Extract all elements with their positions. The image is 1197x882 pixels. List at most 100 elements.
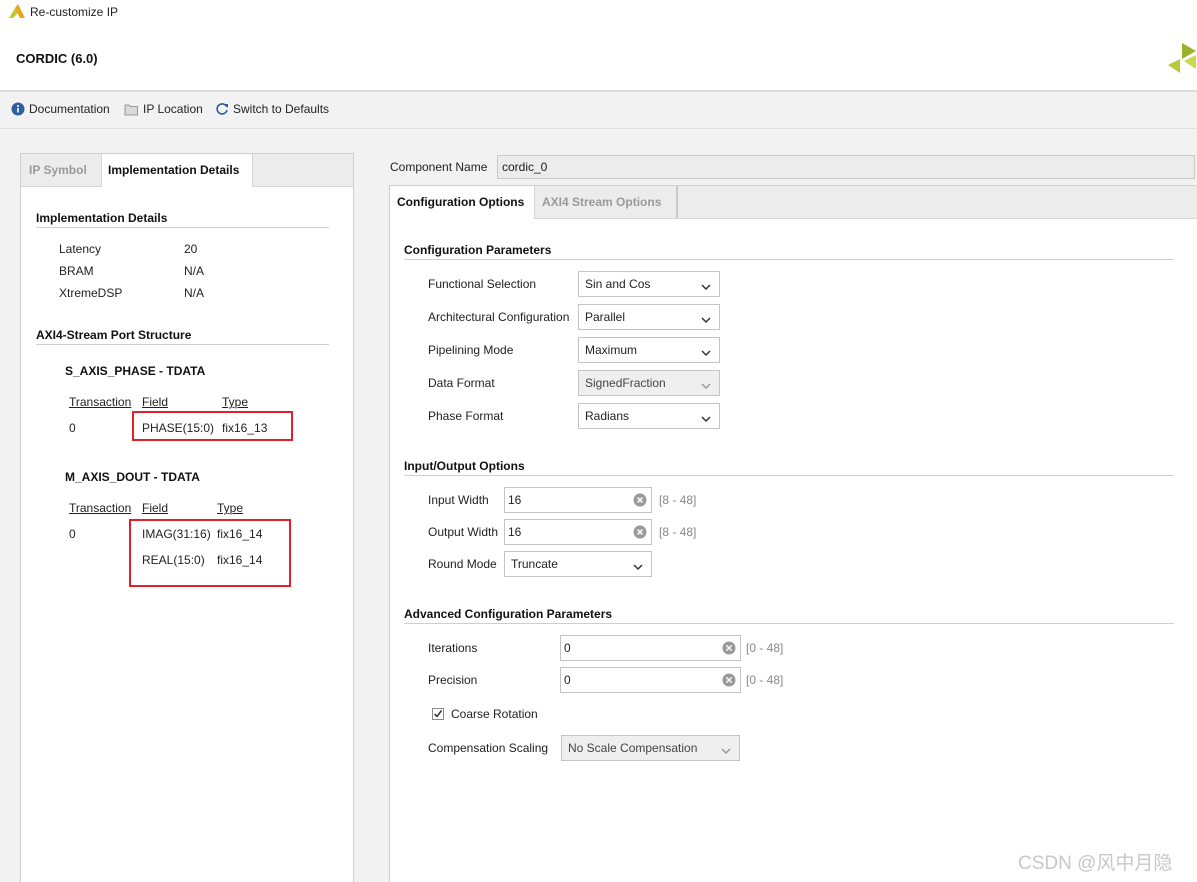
phase-format-label: Phase Format xyxy=(428,409,504,423)
precision-label: Precision xyxy=(428,673,478,687)
vivado-logo-icon xyxy=(9,4,25,21)
check-icon xyxy=(433,709,443,719)
latency-value: 20 xyxy=(184,242,198,256)
pipelining-mode-label: Pipelining Mode xyxy=(428,343,514,357)
bram-value: N/A xyxy=(184,264,205,278)
clear-icon[interactable] xyxy=(722,673,736,690)
round-mode-label: Round Mode xyxy=(428,557,497,571)
iterations-label: Iterations xyxy=(428,641,478,655)
documentation-button[interactable]: Documentation xyxy=(11,102,110,116)
phase-format-dropdown[interactable]: Radians xyxy=(578,403,720,429)
output-width-label: Output Width xyxy=(428,525,499,539)
architectural-configuration-dropdown[interactable]: Parallel xyxy=(578,304,720,330)
functional-selection-label: Functional Selection xyxy=(428,277,537,291)
s-axis-title: S_AXIS_PHASE - TDATA xyxy=(65,364,206,378)
chevron-down-icon xyxy=(633,560,643,574)
m-axis-header-field: Field xyxy=(142,501,169,515)
chevron-down-icon xyxy=(701,412,711,426)
divider xyxy=(36,344,329,345)
window-title: Re-customize IP xyxy=(30,5,119,19)
functional-selection-value: Sin and Cos xyxy=(585,277,651,291)
ip-header: CORDIC (6.0) xyxy=(0,24,1197,92)
input-width-field[interactable]: 16 xyxy=(504,487,652,513)
compensation-scaling-label: Compensation Scaling xyxy=(428,741,549,755)
port-structure-title: AXI4-Stream Port Structure xyxy=(36,328,192,342)
data-format-value: SignedFraction xyxy=(585,376,666,390)
folder-icon xyxy=(124,103,139,116)
component-name-field[interactable]: cordic_0 xyxy=(497,155,1195,179)
data-format-label: Data Format xyxy=(428,376,495,390)
input-width-value: 16 xyxy=(508,493,522,507)
iterations-field[interactable]: 0 xyxy=(560,635,741,661)
info-icon xyxy=(11,102,25,116)
architectural-configuration-label: Architectural Configuration xyxy=(428,310,570,324)
impl-details-title: Implementation Details xyxy=(36,211,168,225)
xtremedsp-label: XtremeDSP xyxy=(59,286,123,300)
documentation-label: Documentation xyxy=(29,102,110,116)
highlight-box xyxy=(129,519,291,587)
phase-format-value: Radians xyxy=(585,409,630,423)
tab-axi4-stream-options[interactable]: AXI4 Stream Options xyxy=(542,186,678,218)
left-panel: IP Symbol Implementation Details Impleme… xyxy=(20,153,354,882)
m-axis-header-transaction: Transaction xyxy=(69,501,132,515)
right-tab-bar: Configuration Options AXI4 Stream Option… xyxy=(390,186,1197,219)
architectural-configuration-value: Parallel xyxy=(585,310,626,324)
precision-value: 0 xyxy=(564,673,571,687)
divider xyxy=(404,475,1174,476)
m-axis-title: M_AXIS_DOUT - TDATA xyxy=(65,470,200,484)
chevron-down-icon xyxy=(701,280,711,294)
compensation-scaling-dropdown[interactable]: No Scale Compensation xyxy=(561,735,740,761)
s-axis-header-type: Type xyxy=(222,395,249,409)
clear-icon[interactable] xyxy=(633,493,647,510)
precision-range: [0 - 48] xyxy=(746,673,784,687)
m-axis-header-type: Type xyxy=(217,501,244,515)
data-format-dropdown[interactable]: SignedFraction xyxy=(578,370,720,396)
round-mode-value: Truncate xyxy=(511,557,558,571)
pipelining-mode-value: Maximum xyxy=(585,343,638,357)
left-tab-bar: IP Symbol Implementation Details xyxy=(21,154,353,187)
toolbar: Documentation IP Location Switch to Defa… xyxy=(0,92,1197,129)
latency-label: Latency xyxy=(59,242,102,256)
input-width-label: Input Width xyxy=(428,493,489,507)
watermark: CSDN @风中月隐 xyxy=(1018,853,1173,874)
coarse-rotation-label: Coarse Rotation xyxy=(451,707,538,721)
xilinx-brand-icon xyxy=(1168,43,1196,78)
xtremedsp-value: N/A xyxy=(184,286,205,300)
advanced-params-title: Advanced Configuration Parameters xyxy=(404,607,613,621)
bram-label: BRAM xyxy=(59,264,94,278)
chevron-down-icon xyxy=(721,744,731,758)
ip-name: CORDIC (6.0) xyxy=(16,51,98,66)
chevron-down-icon xyxy=(701,313,711,327)
tab-configuration-options[interactable]: Configuration Options xyxy=(390,186,535,219)
switch-to-defaults-label: Switch to Defaults xyxy=(233,102,330,116)
divider xyxy=(36,227,329,228)
s-axis-header-field: Field xyxy=(142,395,169,409)
ip-location-button[interactable]: IP Location xyxy=(124,102,203,116)
coarse-rotation-checkbox[interactable] xyxy=(432,708,444,720)
output-width-value: 16 xyxy=(508,525,522,539)
clear-icon[interactable] xyxy=(633,525,647,542)
s-axis-header-transaction: Transaction xyxy=(69,395,132,409)
functional-selection-dropdown[interactable]: Sin and Cos xyxy=(578,271,720,297)
highlight-box xyxy=(132,411,293,441)
output-width-field[interactable]: 16 xyxy=(504,519,652,545)
divider xyxy=(404,623,1174,624)
compensation-scaling-value: No Scale Compensation xyxy=(568,741,698,755)
round-mode-dropdown[interactable]: Truncate xyxy=(504,551,652,577)
m-axis-row-transaction: 0 xyxy=(69,527,76,541)
clear-icon[interactable] xyxy=(722,641,736,658)
refresh-icon xyxy=(215,102,229,116)
chevron-down-icon xyxy=(701,346,711,360)
iterations-range: [0 - 48] xyxy=(746,641,784,655)
pipelining-mode-dropdown[interactable]: Maximum xyxy=(578,337,720,363)
output-width-range: [8 - 48] xyxy=(659,525,697,539)
config-params-title: Configuration Parameters xyxy=(404,243,552,257)
iterations-value: 0 xyxy=(564,641,571,655)
component-name-label: Component Name xyxy=(390,160,488,174)
chevron-down-icon xyxy=(701,379,711,393)
divider xyxy=(404,259,1174,260)
switch-to-defaults-button[interactable]: Switch to Defaults xyxy=(215,102,329,116)
precision-field[interactable]: 0 xyxy=(560,667,741,693)
tab-ip-symbol[interactable]: IP Symbol xyxy=(29,154,87,186)
tab-implementation-details[interactable]: Implementation Details xyxy=(101,154,253,187)
